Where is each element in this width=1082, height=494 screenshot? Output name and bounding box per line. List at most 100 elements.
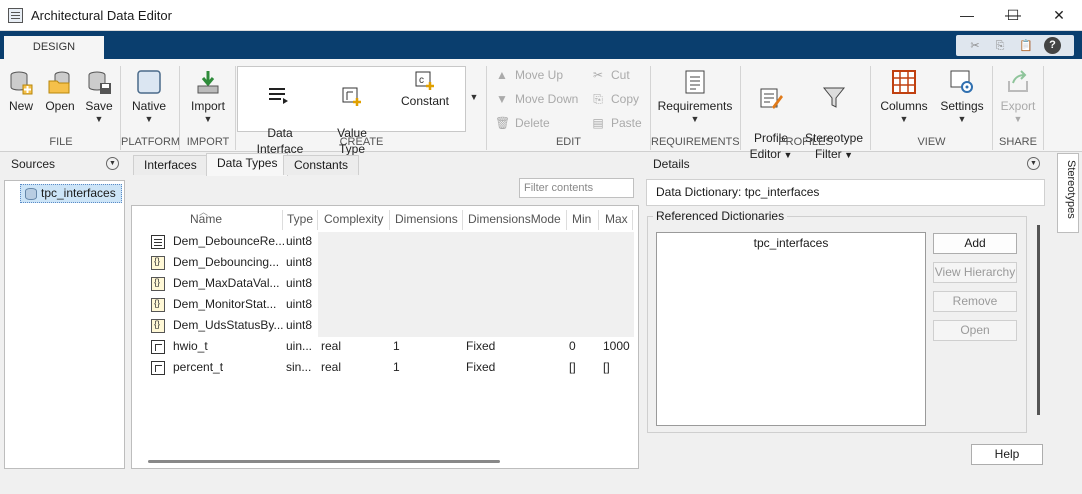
- new-database-icon: [10, 71, 33, 95]
- cell-type: uint8: [286, 255, 313, 269]
- bus-icon: [151, 235, 165, 249]
- group-label-import: IMPORT: [186, 136, 230, 148]
- save-button[interactable]: Save ▼: [84, 69, 114, 124]
- data-interface-icon: [269, 88, 288, 104]
- group-divider: [235, 66, 236, 150]
- filter-input[interactable]: Filter contents: [519, 178, 634, 198]
- table-row[interactable]: [146, 338, 634, 359]
- chevron-down-icon: ▼: [899, 114, 909, 124]
- settings-gear-icon: [950, 70, 973, 93]
- column-header-complexity[interactable]: Complexity: [324, 212, 383, 226]
- cell-dimensionsmode: Fixed: [466, 339, 496, 353]
- constant-button[interactable]: c Constant: [398, 70, 452, 109]
- move-up-button[interactable]: ▲ Move Up: [495, 66, 563, 84]
- requirements-button[interactable]: Requirements ▼: [656, 69, 734, 124]
- column-header-dimensionsmode[interactable]: DimensionsMode: [468, 212, 561, 226]
- new-button[interactable]: New: [6, 69, 36, 114]
- tab-design[interactable]: DESIGN: [4, 34, 104, 59]
- import-button[interactable]: Import ▼: [186, 69, 230, 124]
- arrow-down-icon: ▼: [496, 92, 508, 106]
- chevron-down-icon[interactable]: ▼: [106, 157, 119, 170]
- close-button[interactable]: ✕: [1036, 0, 1082, 31]
- tab-constants[interactable]: Constants: [283, 155, 360, 175]
- native-button[interactable]: Native ▼: [128, 69, 170, 124]
- sources-title: Sources: [11, 157, 56, 171]
- settings-label: Settings: [940, 99, 984, 113]
- help-button[interactable]: Help: [971, 444, 1043, 465]
- remove-button[interactable]: Remove: [933, 291, 1017, 312]
- requirements-document-icon: [685, 70, 705, 94]
- referenced-dictionaries-list[interactable]: [656, 232, 926, 426]
- cell-complexity: real: [321, 360, 342, 374]
- group-label-share: SHARE: [999, 136, 1037, 148]
- value-type-icon: [342, 87, 361, 106]
- export-share-icon: [1008, 70, 1028, 92]
- group-divider: [1043, 66, 1044, 150]
- vertical-scrollbar[interactable]: [1037, 225, 1040, 415]
- ribbon-tab-bar: [0, 31, 1082, 59]
- profile-editor-button[interactable]: Profile Editor ▼: [746, 69, 796, 163]
- create-gallery-expand[interactable]: ▼: [467, 92, 481, 102]
- horizontal-scrollbar[interactable]: [148, 460, 500, 463]
- cell-dimensions: 1: [393, 360, 400, 374]
- chevron-down-icon: ▼: [690, 114, 700, 124]
- source-item-label: tpc_interfaces: [41, 186, 116, 200]
- cut-label: Cut: [611, 68, 630, 82]
- referenced-dictionaries-label: Referenced Dictionaries: [653, 209, 788, 223]
- add-button[interactable]: Add: [933, 233, 1017, 254]
- group-label-file: FILE: [49, 136, 73, 148]
- paste-quick-icon[interactable]: 📋: [1017, 37, 1035, 55]
- native-label: Native: [131, 99, 166, 113]
- source-item-tpc-interfaces[interactable]: tpc_interfaces: [20, 184, 122, 203]
- import-label: Import: [190, 99, 225, 113]
- stereotype-filter-button[interactable]: Stereotype Filter ▼: [802, 69, 866, 163]
- open-dictionary-button[interactable]: Open: [933, 320, 1017, 341]
- column-header-max[interactable]: Max: [605, 212, 628, 226]
- cut-button[interactable]: ✂ Cut: [591, 66, 630, 84]
- delete-label: Delete: [515, 116, 550, 130]
- profile-editor-icon: [760, 88, 783, 109]
- columns-button[interactable]: Columns ▼: [877, 69, 931, 124]
- export-button[interactable]: Export ▼: [998, 69, 1038, 124]
- import-icon: [197, 71, 219, 94]
- app-icon: [8, 8, 23, 23]
- cell-name: Dem_MaxDataVal...: [173, 276, 280, 290]
- paste-button[interactable]: ▤ Paste: [591, 114, 641, 132]
- minimize-button[interactable]: —: [944, 0, 990, 31]
- column-header-type[interactable]: Type: [287, 212, 313, 226]
- tab-interfaces[interactable]: Interfaces: [133, 155, 208, 175]
- copy-quick-icon[interactable]: ⎘: [991, 37, 1009, 55]
- maximize-button[interactable]: ☐: [990, 0, 1036, 31]
- enum-icon: [151, 277, 165, 291]
- chevron-down-icon: ▼: [203, 114, 213, 124]
- move-down-button[interactable]: ▼ Move Down: [495, 90, 578, 108]
- database-icon: [25, 188, 37, 200]
- group-label-requirements: REQUIREMENTS: [651, 136, 740, 148]
- help-quick-icon[interactable]: ?: [1044, 37, 1061, 54]
- column-divider: [389, 210, 390, 230]
- copy-label: Copy: [611, 92, 640, 106]
- cut-quick-icon[interactable]: ✂: [966, 37, 984, 55]
- enum-icon: [151, 298, 165, 312]
- view-hierarchy-button[interactable]: View Hierarchy: [933, 262, 1017, 283]
- column-divider: [632, 210, 633, 230]
- chevron-down-icon[interactable]: ▼: [1027, 157, 1040, 170]
- stereotypes-side-tab-label: Stereotypes: [1065, 160, 1077, 219]
- details-title: Details: [653, 157, 690, 171]
- list-item[interactable]: tpc_interfaces: [656, 236, 926, 250]
- save-label: Save: [85, 99, 113, 113]
- cell-complexity: real: [321, 339, 342, 353]
- tab-data-types[interactable]: Data Types: [206, 153, 289, 176]
- delete-button[interactable]: 🗑 Delete: [495, 114, 550, 132]
- settings-button[interactable]: Settings ▼: [936, 69, 988, 124]
- open-button[interactable]: Open: [44, 69, 76, 114]
- column-header-name[interactable]: Name: [190, 212, 222, 226]
- chevron-down-icon: ▼: [780, 150, 793, 160]
- svg-text:c: c: [419, 75, 424, 86]
- copy-button[interactable]: ⎘ Copy: [591, 90, 639, 108]
- cell-type: sin...: [286, 360, 312, 374]
- column-header-min[interactable]: Min: [572, 212, 591, 226]
- cell-dimensionsmode: Fixed: [466, 360, 496, 374]
- chevron-down-icon: ▼: [94, 114, 104, 124]
- column-header-dimensions[interactable]: Dimensions: [395, 212, 458, 226]
